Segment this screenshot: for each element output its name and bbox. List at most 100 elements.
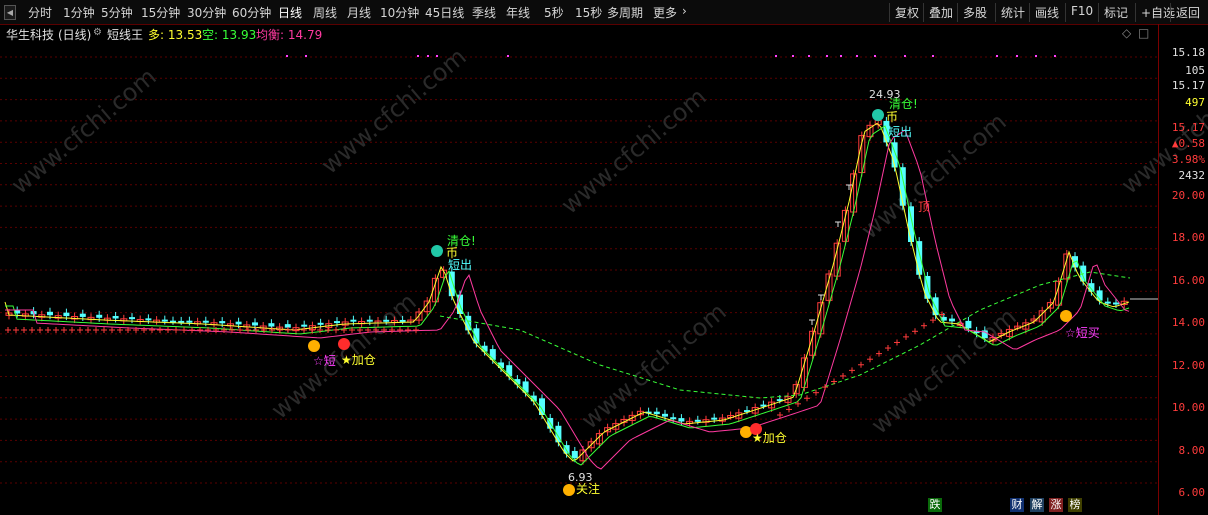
toolbar-button[interactable]: 画线 [1029,3,1064,22]
signal-dot [1035,55,1037,57]
signal-dot [996,55,998,57]
candle-body [186,320,193,323]
more-arrow-icon[interactable]: › [682,4,687,18]
signal-dot [775,55,777,57]
green-ma-line [5,125,1130,466]
candle-body [399,319,406,322]
signal-dot [840,55,842,57]
period-tab[interactable]: 月线 [347,4,371,21]
candle-body [63,312,70,317]
price-tick: 20.00 [1171,189,1205,202]
price-tick: 16.00 [1171,274,1205,287]
price-label-top: 15.18 [1171,46,1205,59]
guanzhu-label: 关注 [576,482,601,496]
candle-body [694,419,701,422]
duanmai-label-2: ☆短买 [1065,326,1100,340]
candle-body [79,313,86,317]
period-tab[interactable]: 15秒 [575,4,602,21]
candle-body [161,319,168,322]
period-tab[interactable]: 年线 [506,4,530,21]
signal-dot [1054,55,1056,57]
candle-body [670,417,677,420]
candle-body [235,321,242,325]
bottom-badge[interactable]: 财 [1010,498,1024,512]
period-tab[interactable]: 日线 [278,4,302,21]
toolbar-button[interactable]: 统计 [995,3,1030,22]
price-tick: 10.00 [1171,401,1205,414]
volume-label-2: 497 [1185,96,1205,109]
candle-body [678,418,685,422]
period-tab[interactable]: 1分钟 [63,4,95,21]
watermark-text: www.cfchi.com [856,107,1012,244]
period-tab[interactable]: 60分钟 [232,4,271,21]
candle-body [965,320,972,329]
watermark-text: www.cfchi.com [556,82,712,219]
period-tab[interactable]: 10分钟 [380,4,419,21]
signal-dot [932,55,934,57]
change-value: ▲0.58 [1171,137,1205,150]
toolbar-button[interactable]: 叠加 [923,3,958,22]
signal-dot [417,55,419,57]
signal-dot [507,55,509,57]
candle-body [908,206,914,242]
candle-body [383,319,390,322]
duanchu-label-2: 短出 [888,125,913,139]
candle-body [202,320,209,323]
candle-body [129,317,135,320]
candle-body [268,323,275,327]
bottom-badge[interactable]: 解 [1030,498,1044,512]
toolbar-button[interactable]: F10 [1065,3,1098,22]
bottom-badge[interactable]: 榜 [1068,498,1082,512]
change-percent: 3.98% [1171,153,1205,166]
toolbar-button[interactable]: 多股 [957,3,992,22]
period-tab[interactable]: 5分钟 [101,4,133,21]
volume-value: 2432 [1178,169,1206,182]
candle-body [334,321,340,324]
jiacang-label-2: ★加仓 [752,431,787,445]
candle-body [1113,302,1119,305]
candle-body [47,311,53,316]
kline-chart[interactable]: www.cfchi.com www.cfchi.com www.cfchi.com w… [0,24,1208,515]
period-tab[interactable]: 季线 [472,4,496,21]
candle-body [350,319,357,322]
price-tick: 14.00 [1171,316,1205,329]
period-tab[interactable]: 分时 [28,4,52,21]
period-tab[interactable]: 30分钟 [187,4,226,21]
price-tick: 12.00 [1171,359,1205,372]
period-tab[interactable]: 更多 [653,4,677,21]
candle-body [366,319,373,322]
signal-dot [826,55,828,57]
buy-arrow-icon [308,340,320,352]
candle-body [949,318,955,322]
bottom-badge[interactable]: 跌 [928,498,942,512]
candle-body [653,411,660,415]
toolbar-button[interactable]: 返回 [1170,3,1205,22]
period-tab[interactable]: 5秒 [544,4,564,21]
volume-label-top: 105 [1185,64,1205,77]
period-tab[interactable]: 15分钟 [141,4,180,21]
sell-signal-icon [872,109,884,121]
watermark-text: www.cfchi.com [316,42,472,179]
candle-body [1104,301,1111,304]
signal-dot [436,55,438,57]
price-tick: 6.00 [1178,486,1206,499]
period-tab[interactable]: 周线 [313,4,337,21]
duanchu-label-1: 短出 [448,258,473,272]
scroll-left-button[interactable]: ◀ [4,5,16,20]
period-toolbar: ◀ 分时 1分钟 5分钟 15分钟 30分钟 60分钟 日线 周线 月线 10分钟 45日线 季线 年线… [0,0,1208,25]
signal-dot [1016,55,1018,57]
candle-body [252,322,258,326]
pink-ma-line [5,129,1130,470]
red-ball-icon [338,338,350,350]
signal-dot [856,55,858,57]
watermark-text: www.cfchi.com [6,62,162,199]
toolbar-button[interactable]: 复权 [889,3,924,22]
duanmai-label-1: ☆短 [313,354,336,368]
signal-dot [808,55,810,57]
bottom-badge[interactable]: 涨 [1049,498,1063,512]
period-tab[interactable]: 45日线 [425,4,464,21]
candle-body [301,324,308,327]
period-tab[interactable]: 多周期 [607,4,643,21]
candle-body [571,450,578,459]
toolbar-button[interactable]: 标记 [1098,3,1133,22]
